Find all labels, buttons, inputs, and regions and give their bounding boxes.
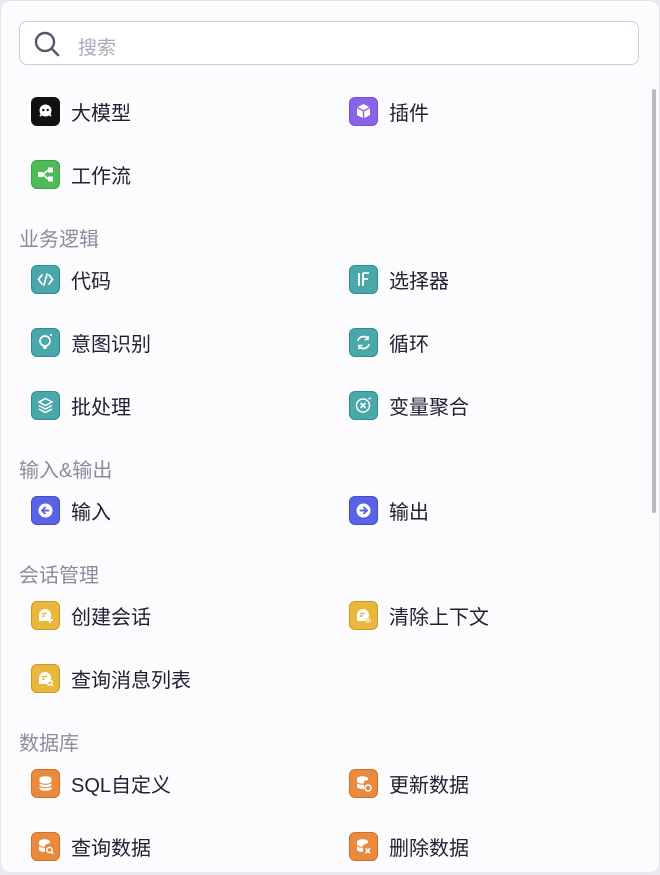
section-title-business-logic: 业务逻辑 xyxy=(19,229,99,251)
node-item-delete-data[interactable]: 删除数据 xyxy=(349,829,469,863)
node-item-label: 选择器 xyxy=(389,270,449,293)
create-conversation-icon xyxy=(31,600,60,630)
layers-icon xyxy=(31,390,60,420)
section-title-database: 数据库 xyxy=(19,733,79,755)
node-item-query-data[interactable]: 查询数据 xyxy=(31,829,151,863)
node-item-label: 意图识别 xyxy=(71,333,151,356)
output-arrow-icon xyxy=(349,495,378,525)
node-item-output[interactable]: 输出 xyxy=(349,493,429,527)
node-item-workflow[interactable]: 工作流 xyxy=(31,157,131,191)
input-arrow-icon xyxy=(31,495,60,525)
search-input[interactable]: 搜索 xyxy=(78,33,116,60)
node-picker-panel: 搜索 大模型 插件 工作流 业务逻辑 代码 选择器 意图识别 循环 批处理 变量… xyxy=(0,0,660,873)
node-item-label: 创建会话 xyxy=(71,606,151,629)
node-item-clear-context[interactable]: 清除上下文 xyxy=(349,598,489,632)
node-item-label: 更新数据 xyxy=(389,774,469,797)
node-item-loop[interactable]: 循环 xyxy=(349,325,429,359)
node-item-code[interactable]: 代码 xyxy=(31,262,111,296)
node-item-intent[interactable]: 意图识别 xyxy=(31,325,151,359)
node-item-label: 查询消息列表 xyxy=(71,669,191,692)
lightbulb-icon xyxy=(31,327,60,357)
node-item-label: 查询数据 xyxy=(71,837,151,860)
node-item-update-data[interactable]: 更新数据 xyxy=(349,766,469,800)
node-item-label: 批处理 xyxy=(71,396,131,419)
if-selector-icon xyxy=(349,264,378,294)
node-item-selector[interactable]: 选择器 xyxy=(349,262,449,296)
section-title-io: 输入&输出 xyxy=(19,460,113,482)
node-item-sql-custom[interactable]: SQL自定义 xyxy=(31,766,171,800)
node-item-input[interactable]: 输入 xyxy=(31,493,111,527)
node-item-label: 插件 xyxy=(389,102,429,125)
node-item-plugin[interactable]: 插件 xyxy=(349,94,429,128)
node-item-label: 代码 xyxy=(71,270,111,293)
node-item-label: 清除上下文 xyxy=(389,606,489,629)
search-box[interactable]: 搜索 xyxy=(19,21,639,65)
variable-aggregate-icon xyxy=(349,390,378,420)
llm-icon xyxy=(31,96,60,126)
node-item-label: SQL自定义 xyxy=(71,774,172,797)
database-delete-icon xyxy=(349,831,378,861)
code-icon xyxy=(31,264,60,294)
node-item-label: 大模型 xyxy=(71,102,131,125)
clear-context-icon xyxy=(349,600,378,630)
node-item-llm[interactable]: 大模型 xyxy=(31,94,131,128)
node-item-label: 变量聚合 xyxy=(389,396,469,419)
database-query-icon xyxy=(31,831,60,861)
node-item-label: 工作流 xyxy=(71,165,131,188)
search-icon xyxy=(34,31,60,57)
database-update-icon xyxy=(349,768,378,798)
workflow-icon xyxy=(31,159,60,189)
section-title-conversation: 会话管理 xyxy=(19,565,99,587)
scrollbar[interactable] xyxy=(652,89,656,513)
loop-icon xyxy=(349,327,378,357)
database-icon xyxy=(31,768,60,798)
node-item-label: 循环 xyxy=(389,333,429,356)
node-item-label: 删除数据 xyxy=(389,837,469,860)
node-item-variable-aggregate[interactable]: 变量聚合 xyxy=(349,388,469,422)
node-item-label: 输入 xyxy=(71,501,111,524)
node-item-label: 输出 xyxy=(389,501,429,524)
node-item-batch[interactable]: 批处理 xyxy=(31,388,131,422)
node-item-create-conversation[interactable]: 创建会话 xyxy=(31,598,151,632)
plugin-icon xyxy=(349,96,378,126)
query-messages-icon xyxy=(31,663,60,693)
node-item-query-messages[interactable]: 查询消息列表 xyxy=(31,661,191,695)
